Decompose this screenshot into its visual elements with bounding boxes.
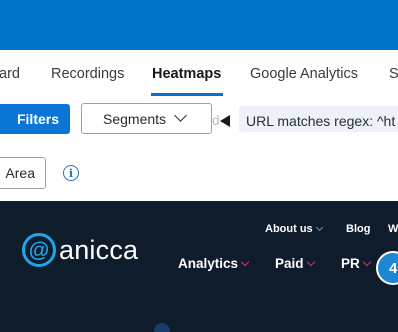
- site-nav-blog[interactable]: Blog: [346, 223, 370, 235]
- filters-button-label: Filters: [16, 111, 59, 127]
- site-nav-analytics-label: Analytics: [178, 256, 239, 271]
- filter-overflow-text: d: [212, 113, 220, 128]
- chevron-down-icon: [362, 257, 372, 267]
- tab-bar: ard Recordings Heatmaps Google Analytics…: [0, 50, 398, 96]
- tab-heatmaps[interactable]: Heatmaps: [152, 66, 221, 82]
- filters-button[interactable]: Filters: [0, 104, 70, 134]
- chevron-down-icon: [315, 223, 323, 232]
- site-nav-analytics[interactable]: Analytics: [178, 256, 250, 271]
- url-filter-text: URL matches regex: ^ht: [246, 113, 396, 129]
- site-nav-more[interactable]: W: [388, 223, 398, 235]
- site-nav-about[interactable]: About us: [265, 223, 323, 235]
- chevron-down-icon: [174, 109, 187, 122]
- chevron-down-icon: [240, 257, 250, 267]
- tab-dashboard[interactable]: ard: [0, 66, 20, 82]
- tab-more[interactable]: S: [389, 66, 398, 82]
- area-button[interactable]: Area: [0, 157, 46, 189]
- site-cta-circle-button[interactable]: 4: [376, 251, 398, 285]
- info-icon-glyph: i: [68, 166, 74, 180]
- site-cta-circle-label: 4: [389, 259, 398, 277]
- site-nav-blog-label: Blog: [346, 223, 371, 235]
- heatmap-options-row: Area: [0, 148, 398, 200]
- site-nav-paid[interactable]: Paid: [275, 256, 315, 271]
- segments-label: Segments: [103, 110, 167, 127]
- site-nav-paid-label: Paid: [275, 256, 304, 271]
- tab-google-analytics[interactable]: Google Analytics: [250, 66, 358, 82]
- area-button-label: Area: [5, 165, 35, 181]
- segments-dropdown[interactable]: Segments: [81, 103, 212, 134]
- site-logo[interactable]: @ anicca: [22, 232, 138, 268]
- site-nav-pr-label: PR: [341, 256, 360, 271]
- heatmap-toolbar: Filters Segments d URL matches regex: ^h…: [0, 96, 398, 148]
- at-sign-logo-icon: @: [22, 233, 56, 267]
- decorative-shape: [154, 323, 170, 332]
- info-icon[interactable]: i: [63, 165, 79, 181]
- app-top-bar: [0, 0, 398, 50]
- scroll-left-icon[interactable]: [220, 115, 230, 127]
- website-preview: @ anicca About us Blog W Analytics Paid …: [0, 201, 398, 332]
- site-nav-pr[interactable]: PR: [341, 256, 372, 271]
- site-nav-about-label: About us: [265, 223, 313, 235]
- site-nav-more-label: W: [388, 223, 398, 235]
- tab-recordings[interactable]: Recordings: [51, 66, 124, 82]
- logo-text: anicca: [59, 234, 139, 265]
- chevron-down-icon: [306, 257, 315, 267]
